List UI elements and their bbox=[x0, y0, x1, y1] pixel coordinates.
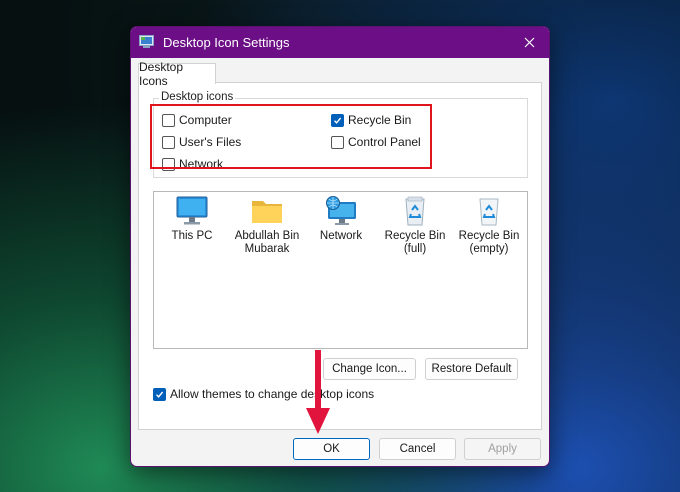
checkbox-box[interactable] bbox=[162, 113, 175, 127]
icon-label: Recycle Bin (full) bbox=[384, 230, 446, 255]
window-title: Desktop Icon Settings bbox=[163, 35, 290, 50]
restore-default-button[interactable]: Restore Default bbox=[425, 358, 518, 380]
checkmark-icon bbox=[156, 391, 164, 398]
icon-item-recycle-bin-empty[interactable]: Recycle Bin (empty) bbox=[453, 196, 525, 255]
desktop-icons-groupbox: Desktop icons Computer Recycle Bin User'… bbox=[153, 91, 528, 178]
annotation-arrow-icon bbox=[306, 350, 330, 434]
checkbox-box[interactable] bbox=[162, 157, 175, 171]
checkmark-icon bbox=[334, 117, 342, 124]
icon-item-this-pc[interactable]: This PC bbox=[156, 196, 228, 243]
checkbox-recycle-bin[interactable]: Recycle Bin bbox=[331, 113, 411, 127]
checkbox-box[interactable] bbox=[331, 135, 344, 149]
ok-button[interactable]: OK bbox=[293, 438, 370, 460]
app-icon bbox=[139, 35, 154, 48]
checkbox-label: Allow themes to change desktop icons bbox=[170, 387, 375, 401]
icon-preview-list[interactable]: This PC Abdullah Bin Mubarak Network Rec… bbox=[153, 191, 528, 349]
folder-icon bbox=[252, 201, 282, 223]
tab-panel: Desktop icons Computer Recycle Bin User'… bbox=[138, 82, 542, 430]
checkbox-label: User's Files bbox=[179, 135, 242, 149]
title-bar[interactable]: Desktop Icon Settings bbox=[131, 27, 549, 58]
icon-label: Network bbox=[319, 230, 363, 242]
recycle-bin-full-icon bbox=[405, 196, 425, 226]
checkbox-computer[interactable]: Computer bbox=[162, 113, 232, 127]
recycle-bin-empty-icon bbox=[479, 198, 499, 226]
close-icon bbox=[524, 37, 534, 48]
group-legend: Desktop icons bbox=[159, 91, 236, 103]
icon-item-user-folder[interactable]: Abdullah Bin Mubarak bbox=[231, 196, 303, 255]
network-icon bbox=[326, 196, 356, 225]
monitor-icon bbox=[176, 196, 208, 225]
checkbox-label: Control Panel bbox=[348, 135, 421, 149]
icon-item-recycle-bin-full[interactable]: Recycle Bin (full) bbox=[379, 196, 451, 255]
checkbox-control-panel[interactable]: Control Panel bbox=[331, 135, 421, 149]
checkbox-label: Recycle Bin bbox=[348, 113, 412, 127]
checkbox-network[interactable]: Network bbox=[162, 157, 223, 171]
checkbox-box[interactable] bbox=[162, 135, 175, 149]
change-icon-button[interactable]: Change Icon... bbox=[323, 358, 416, 380]
icon-label: Recycle Bin (empty) bbox=[458, 230, 520, 255]
close-button[interactable] bbox=[509, 27, 549, 58]
checkbox-label: Network bbox=[179, 157, 224, 171]
checkbox-users-files[interactable]: User's Files bbox=[162, 135, 241, 149]
checkbox-box[interactable] bbox=[153, 387, 166, 401]
tab-desktop-icons[interactable]: Desktop Icons bbox=[138, 60, 216, 88]
desktop-icon-settings-dialog: Desktop Icon Settings Desktop Icons Desk… bbox=[130, 26, 550, 467]
cancel-button[interactable]: Cancel bbox=[379, 438, 456, 460]
icon-label: Abdullah Bin Mubarak bbox=[234, 230, 300, 255]
apply-button[interactable]: Apply bbox=[464, 438, 541, 460]
checkbox-label: Computer bbox=[179, 113, 232, 127]
checkbox-box[interactable] bbox=[331, 113, 344, 127]
checkbox-allow-themes[interactable]: Allow themes to change desktop icons bbox=[153, 387, 374, 401]
icon-label: This PC bbox=[171, 230, 213, 242]
icon-item-network[interactable]: Network bbox=[305, 196, 377, 243]
